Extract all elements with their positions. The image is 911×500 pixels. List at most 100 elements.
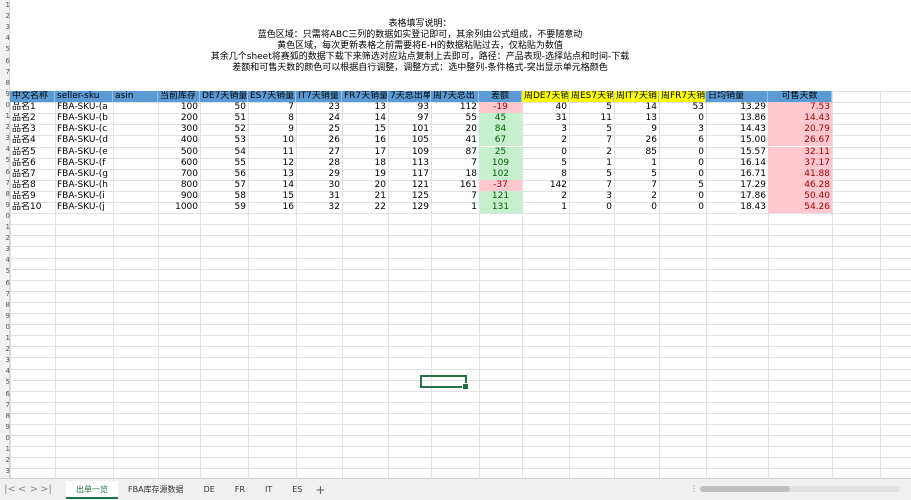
- cell-es7[interactable]: 13: [248, 169, 296, 180]
- cell-wit[interactable]: 85: [614, 147, 659, 158]
- cell-it7[interactable]: 31: [296, 191, 342, 202]
- cell-total7[interactable]: 101: [388, 124, 431, 135]
- cell-sku[interactable]: FBA-SKU-(b: [55, 113, 113, 124]
- cell-wtotal7[interactable]: 18: [431, 169, 479, 180]
- row-number[interactable]: 1: [0, 444, 10, 455]
- cell-wes[interactable]: 2: [569, 147, 614, 158]
- cell-diff[interactable]: 121: [479, 190, 522, 202]
- last-sheet-button[interactable]: >|: [40, 482, 52, 498]
- cell-days[interactable]: 50.40: [768, 190, 832, 202]
- cell-de7[interactable]: 57: [200, 180, 248, 191]
- cell-wit[interactable]: 7: [614, 180, 659, 191]
- row-number[interactable]: 5: [0, 266, 10, 277]
- cell-wde[interactable]: 5: [522, 158, 569, 169]
- prev-sheet-button[interactable]: <: [16, 482, 28, 498]
- row-number[interactable]: 9: [0, 89, 10, 100]
- cell-wde[interactable]: 2: [522, 191, 569, 202]
- cell-fr7[interactable]: 19: [342, 169, 388, 180]
- row-number[interactable]: 7: [0, 178, 10, 189]
- cell-asin[interactable]: [113, 102, 158, 113]
- tab-it[interactable]: IT: [255, 481, 282, 499]
- cell-wfr[interactable]: 0: [659, 113, 706, 124]
- column-header-wfr[interactable]: 周FR7天销: [659, 91, 706, 102]
- cell-diff[interactable]: 102: [479, 168, 522, 180]
- cell-sku[interactable]: FBA-SKU-(f: [55, 158, 113, 169]
- cell-days[interactable]: 41.88: [768, 168, 832, 180]
- cell-fr7[interactable]: 17: [342, 147, 388, 158]
- column-header-fr7[interactable]: FR7天销量: [342, 91, 388, 102]
- cell-wfr[interactable]: 6: [659, 135, 706, 146]
- row-number[interactable]: 8: [0, 300, 10, 311]
- row-number[interactable]: 2: [0, 233, 10, 244]
- cell-name[interactable]: 品名7: [10, 169, 55, 180]
- cell-asin[interactable]: [113, 135, 158, 146]
- row-number[interactable]: 3: [0, 355, 10, 366]
- cell-fr7[interactable]: 16: [342, 135, 388, 146]
- cell-total7[interactable]: 93: [388, 102, 431, 113]
- row-number[interactable]: 9: [0, 311, 10, 322]
- cell-days[interactable]: 7.53: [768, 102, 832, 114]
- cell-stock[interactable]: 900: [158, 191, 200, 202]
- cell-daily[interactable]: 17.29: [706, 180, 768, 191]
- cell-wde[interactable]: 3: [522, 124, 569, 135]
- cell-fr7[interactable]: 13: [342, 102, 388, 113]
- cell-wtotal7[interactable]: 1: [431, 202, 479, 213]
- cell-total7[interactable]: 121: [388, 180, 431, 191]
- column-header-wde[interactable]: 周DE7天销: [522, 91, 569, 102]
- cell-it7[interactable]: 26: [296, 135, 342, 146]
- row-number[interactable]: 0: [0, 433, 10, 444]
- cell-wfr[interactable]: 0: [659, 191, 706, 202]
- first-sheet-button[interactable]: |<: [4, 482, 16, 498]
- row-number[interactable]: 2: [0, 455, 10, 466]
- spreadsheet-area[interactable]: 1234567890123456789012345678901234567890…: [0, 0, 911, 478]
- cell-stock[interactable]: 1000: [158, 202, 200, 213]
- cell-asin[interactable]: [113, 124, 158, 135]
- cell-wes[interactable]: 0: [569, 202, 614, 213]
- cell-stock[interactable]: 100: [158, 102, 200, 113]
- row-number[interactable]: 9: [0, 200, 10, 211]
- cell-asin[interactable]: [113, 113, 158, 124]
- cell-wtotal7[interactable]: 112: [431, 102, 479, 113]
- cell-fr7[interactable]: 18: [342, 158, 388, 169]
- cell-asin[interactable]: [113, 191, 158, 202]
- tab-fr[interactable]: FR: [225, 481, 255, 499]
- cell-it7[interactable]: 23: [296, 102, 342, 113]
- cell-diff[interactable]: -37: [479, 179, 522, 191]
- cell-wes[interactable]: 5: [569, 169, 614, 180]
- cell-sku[interactable]: FBA-SKU-(i: [55, 191, 113, 202]
- cell-wde[interactable]: 31: [522, 113, 569, 124]
- cell-stock[interactable]: 600: [158, 158, 200, 169]
- cell-wit[interactable]: 14: [614, 102, 659, 113]
- cell-diff[interactable]: 109: [479, 157, 522, 169]
- cell-sku[interactable]: FBA-SKU-(a: [55, 102, 113, 113]
- next-sheet-button[interactable]: >: [28, 482, 40, 498]
- row-number[interactable]: 5: [0, 44, 10, 55]
- cell-total7[interactable]: 97: [388, 113, 431, 124]
- cell-sku[interactable]: FBA-SKU-(g: [55, 169, 113, 180]
- cell-stock[interactable]: 800: [158, 180, 200, 191]
- cell-wtotal7[interactable]: 41: [431, 135, 479, 146]
- cell-daily[interactable]: 14.43: [706, 124, 768, 135]
- column-header-sku[interactable]: seller-sku: [55, 91, 113, 102]
- cell-wes[interactable]: 7: [569, 135, 614, 146]
- cell-name[interactable]: 品名1: [10, 102, 55, 113]
- cell-wde[interactable]: 8: [522, 169, 569, 180]
- cell-days[interactable]: 37.17: [768, 157, 832, 169]
- cell-de7[interactable]: 52: [200, 124, 248, 135]
- cell-wit[interactable]: 26: [614, 135, 659, 146]
- column-header-it7[interactable]: IT7天销量: [296, 91, 342, 102]
- cell-fr7[interactable]: 14: [342, 113, 388, 124]
- row-number[interactable]: 1: [0, 111, 10, 122]
- cell-stock[interactable]: 700: [158, 169, 200, 180]
- cell-wde[interactable]: 2: [522, 135, 569, 146]
- tab-fba-inventory[interactable]: FBA库存源数据: [118, 481, 194, 499]
- cell-fr7[interactable]: 22: [342, 202, 388, 213]
- cell-wfr[interactable]: 3: [659, 124, 706, 135]
- row-number[interactable]: 7: [0, 289, 10, 300]
- cell-wfr[interactable]: 0: [659, 147, 706, 158]
- cell-wfr[interactable]: 5: [659, 180, 706, 191]
- column-header-days[interactable]: 可售天数: [768, 91, 832, 102]
- add-sheet-button[interactable]: +: [312, 482, 328, 498]
- row-number[interactable]: 8: [0, 189, 10, 200]
- column-header-daily[interactable]: 日均销量: [706, 91, 768, 102]
